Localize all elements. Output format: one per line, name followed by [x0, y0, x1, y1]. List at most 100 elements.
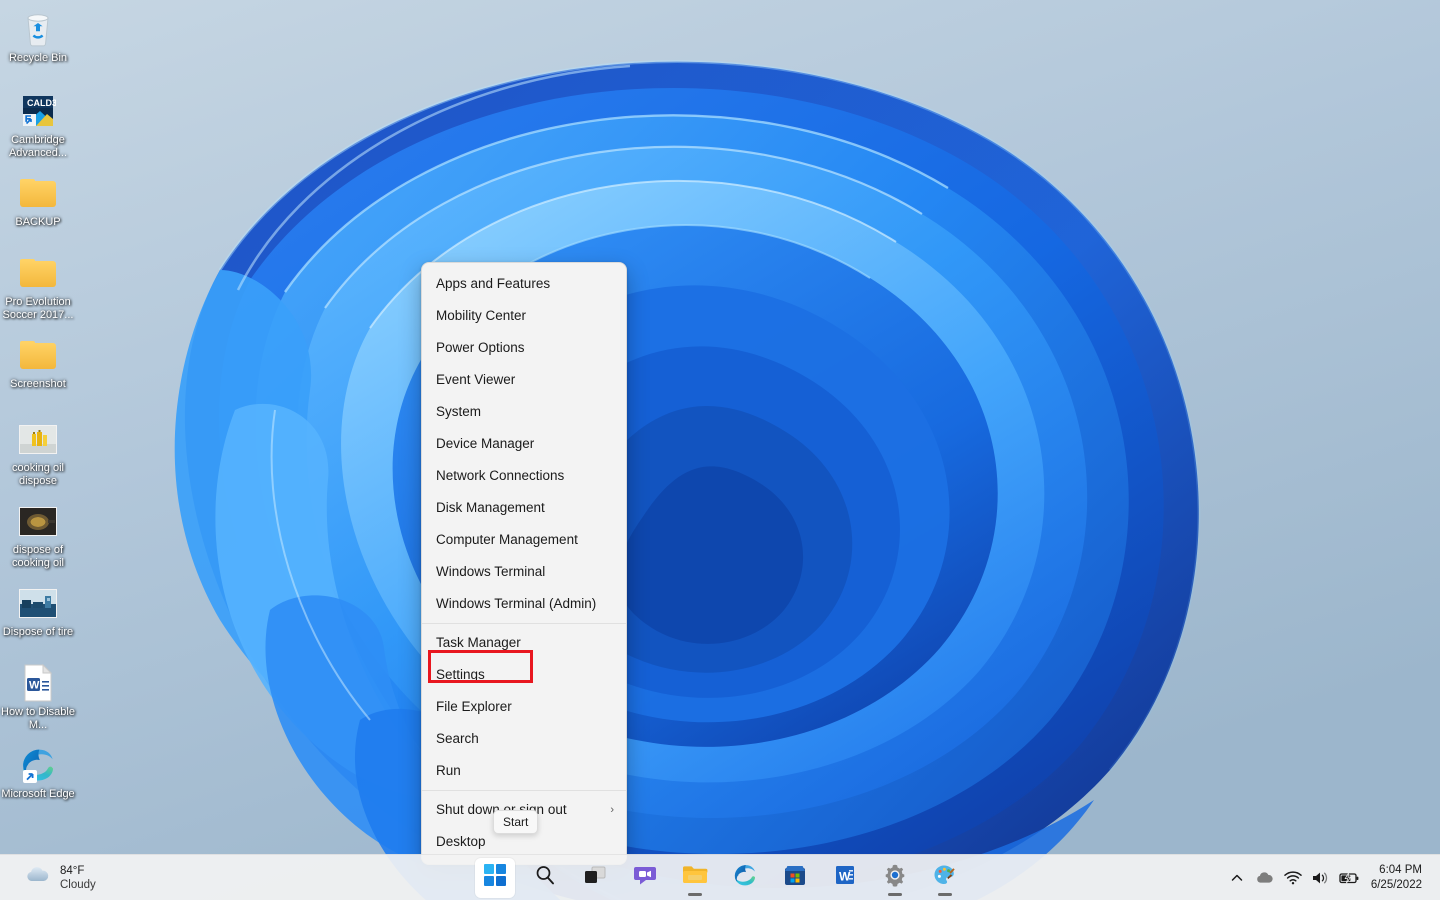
menu-item-label: Task Manager: [436, 635, 521, 650]
word-document-icon: W: [0, 662, 76, 704]
weather-condition: Cloudy: [60, 878, 96, 891]
desktop-icon-label: How to Disable M...: [1, 706, 75, 731]
menu-item-file-explorer[interactable]: File Explorer: [422, 691, 626, 723]
desktop-icon-microsoft-edge[interactable]: Microsoft Edge: [0, 744, 76, 801]
menu-item-label: Apps and Features: [436, 276, 551, 291]
menu-item-label: File Explorer: [436, 699, 512, 714]
wifi-icon[interactable]: [1279, 860, 1307, 896]
taskbar-running-indicator: [688, 892, 702, 896]
menu-item-run[interactable]: Run: [422, 755, 626, 787]
taskbar-button-settings[interactable]: [875, 858, 915, 898]
desktop-icon-label: Cambridge Advanced...: [8, 134, 68, 159]
cloud-icon[interactable]: [1251, 860, 1279, 896]
file-explorer-icon: [682, 864, 708, 891]
menu-item-mobility-center[interactable]: Mobility Center: [422, 300, 626, 332]
menu-item-windows-terminal-admin[interactable]: Windows Terminal (Admin): [422, 588, 626, 620]
taskbar-running-indicator: [888, 892, 902, 896]
speaker-icon[interactable]: [1307, 860, 1335, 896]
menu-item-task-manager[interactable]: Task Manager: [422, 627, 626, 659]
desktop-icon-cooking-oil-dispose[interactable]: cooking oil dispose: [0, 418, 76, 487]
image-thumbnail-icon: [0, 500, 76, 542]
desktop-icon-recycle-bin[interactable]: Recycle Bin: [0, 8, 76, 65]
image-thumbnail-icon: [0, 582, 76, 624]
windows-start-icon: [484, 864, 506, 891]
desktop-icon-label: BACKUP: [15, 216, 61, 228]
menu-separator: [422, 623, 626, 624]
taskbar-button-task-view[interactable]: [575, 858, 615, 898]
menu-item-label: Settings: [436, 667, 485, 682]
image-thumbnail-icon: [0, 418, 76, 460]
clock[interactable]: 6:04 PM 6/25/2022: [1363, 861, 1434, 895]
desktop-icon-screenshot[interactable]: Screenshot: [0, 334, 76, 391]
menu-item-search[interactable]: Search: [422, 723, 626, 755]
menu-item-label: Mobility Center: [436, 308, 527, 323]
desktop-screen: Recycle Bin CALD3 Cambridge Advanced...: [0, 0, 1440, 900]
desktop-icon-dispose-of-cooking-oil[interactable]: dispose of cooking oil: [0, 500, 76, 569]
chevron-up-icon[interactable]: [1223, 860, 1251, 896]
menu-item-settings[interactable]: Settings: [422, 659, 626, 691]
cambridge-dictionary-icon: CALD3: [0, 90, 76, 132]
desktop-wallpaper[interactable]: [0, 0, 1440, 900]
settings-gear-icon: [883, 863, 907, 892]
menu-item-network-connections[interactable]: Network Connections: [422, 460, 626, 492]
menu-item-event-viewer[interactable]: Event Viewer: [422, 364, 626, 396]
battery-charging-icon[interactable]: [1335, 860, 1363, 896]
menu-item-windows-terminal[interactable]: Windows Terminal: [422, 556, 626, 588]
desktop-icon-pro-evolution-soccer[interactable]: Pro Evolution Soccer 2017...: [0, 252, 76, 321]
word-icon: W: [833, 863, 857, 892]
desktop-icon-dispose-of-tire[interactable]: Dispose of tire: [0, 582, 76, 639]
menu-item-label: Device Manager: [436, 436, 535, 451]
desktop-icon-backup[interactable]: BACKUP: [0, 172, 76, 229]
microsoft-store-icon: [783, 863, 807, 892]
weather-widget[interactable]: 84°F Cloudy: [14, 862, 106, 894]
taskbar-button-search[interactable]: [525, 858, 565, 898]
desktop-icon-label: Screenshot: [10, 378, 66, 390]
chat-icon: [633, 864, 657, 891]
desktop-icon-cambridge-advanced[interactable]: CALD3 Cambridge Advanced...: [0, 90, 76, 159]
desktop-icon-label: Recycle Bin: [8, 52, 68, 64]
menu-item-label: Search: [436, 731, 479, 746]
weather-text: 84°F Cloudy: [60, 864, 96, 892]
menu-item-label: Windows Terminal: [436, 564, 546, 579]
chevron-right-icon: ›: [610, 804, 614, 816]
desktop-icon-label: Pro Evolution Soccer 2017...: [2, 296, 74, 321]
taskbar-button-word[interactable]: W: [825, 858, 865, 898]
taskbar-button-paint[interactable]: [925, 858, 965, 898]
microsoft-edge-icon: [733, 863, 757, 892]
clock-date: 6/25/2022: [1370, 878, 1422, 891]
cloud-icon: [24, 865, 52, 890]
menu-item-power-options[interactable]: Power Options: [422, 332, 626, 364]
menu-item-computer-management[interactable]: Computer Management: [422, 524, 626, 556]
start-tooltip-label: Start: [503, 815, 529, 829]
svg-text:W: W: [29, 680, 40, 692]
menu-item-device-manager[interactable]: Device Manager: [422, 428, 626, 460]
system-tray: 6:04 PM 6/25/2022: [1223, 855, 1440, 900]
taskbar-button-microsoft-edge[interactable]: [725, 858, 765, 898]
paint-palette-icon: [933, 863, 957, 892]
desktop-icon-label: dispose of cooking oil: [12, 544, 64, 569]
svg-text:CALD3: CALD3: [27, 98, 56, 108]
desktop-icon-label: cooking oil dispose: [12, 462, 64, 487]
clock-time: 6:04 PM: [1379, 863, 1422, 876]
folder-icon: [0, 334, 76, 376]
taskbar-button-file-explorer[interactable]: [675, 858, 715, 898]
taskbar-button-chat[interactable]: [625, 858, 665, 898]
menu-item-label: Run: [436, 763, 461, 778]
menu-item-system[interactable]: System: [422, 396, 626, 428]
taskbar-button-start[interactable]: [475, 857, 515, 898]
desktop-icon-how-to-disable[interactable]: W How to Disable M...: [0, 662, 76, 731]
menu-item-label: Disk Management: [436, 500, 545, 515]
task-view-icon: [584, 865, 606, 890]
menu-item-label: System: [436, 404, 482, 419]
start-tooltip: Start: [493, 810, 539, 834]
menu-item-label: Computer Management: [436, 532, 578, 547]
menu-item-apps-and-features[interactable]: Apps and Features: [422, 268, 626, 300]
menu-item-label: Power Options: [436, 340, 525, 355]
taskbar-button-microsoft-store[interactable]: [775, 858, 815, 898]
menu-item-disk-management[interactable]: Disk Management: [422, 492, 626, 524]
taskbar-running-indicator: [938, 892, 952, 896]
desktop-icon-label: Microsoft Edge: [1, 788, 75, 800]
win-x-power-user-menu[interactable]: Apps and Features Mobility Center Power …: [421, 262, 627, 865]
folder-icon: [0, 252, 76, 294]
taskbar[interactable]: 84°F Cloudy W 6:04 PM 6/25/2022: [0, 854, 1440, 900]
